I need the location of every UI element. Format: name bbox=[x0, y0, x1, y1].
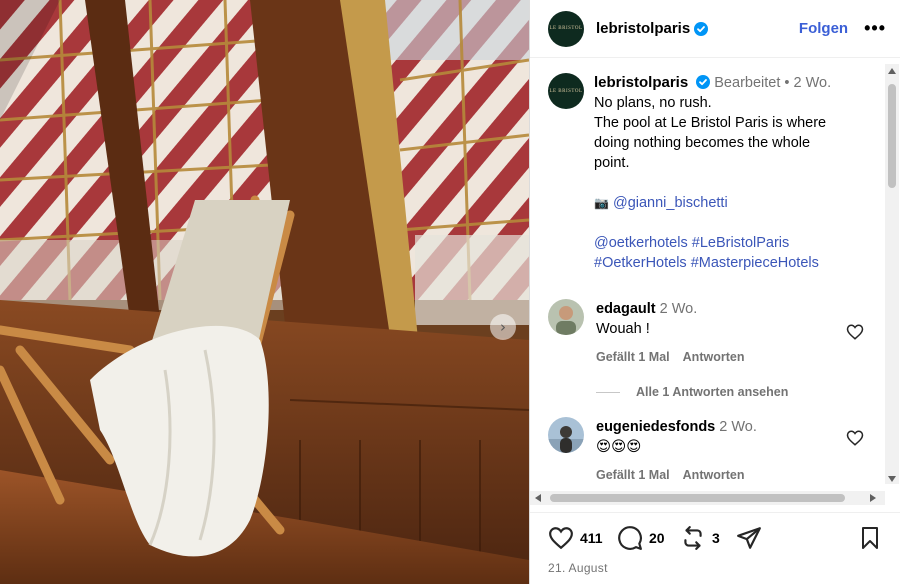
verified-badge-icon bbox=[694, 21, 709, 36]
save-action[interactable] bbox=[858, 525, 882, 551]
caption-verified-icon bbox=[696, 75, 711, 89]
vertical-scroll-thumb[interactable] bbox=[888, 84, 896, 188]
header-username[interactable]: lebristolparis bbox=[596, 20, 690, 37]
commenter-avatar[interactable] bbox=[548, 417, 584, 453]
comment-username[interactable]: edagault bbox=[596, 301, 656, 317]
scroll-left-arrow-icon[interactable] bbox=[535, 494, 541, 502]
comment-like-heart-icon[interactable] bbox=[846, 323, 864, 341]
comment-likes[interactable]: Gefällt 1 Mal bbox=[596, 468, 670, 482]
post-caption: LE BRISTOL lebristolparis Bearbeitet • 2… bbox=[530, 63, 900, 273]
hashtag-link[interactable]: #OetkerHotels bbox=[594, 255, 687, 271]
like-action[interactable]: 411 bbox=[548, 525, 603, 551]
view-replies-label: Alle 1 Antworten ansehen bbox=[636, 385, 789, 399]
photo-illustration bbox=[0, 0, 529, 584]
caption-avatar[interactable]: LE BRISTOL bbox=[548, 73, 584, 109]
share-action[interactable] bbox=[736, 525, 762, 551]
comment-text: Wouah ! bbox=[596, 321, 650, 337]
hashtag-link[interactable]: #MasterpieceHotels bbox=[691, 255, 819, 271]
comment-text: 😍😍😍 bbox=[596, 439, 642, 455]
caption-line: point. bbox=[594, 155, 630, 171]
comment-age: 2 Wo. bbox=[659, 301, 698, 317]
caption-line: doing nothing becomes the whole bbox=[594, 135, 811, 151]
repost-action[interactable]: 3 bbox=[680, 525, 720, 551]
reply-button[interactable]: Antworten bbox=[683, 350, 745, 364]
comment-action[interactable]: 20 bbox=[617, 525, 665, 551]
commenter-avatar[interactable] bbox=[548, 299, 584, 335]
comment-item: edagault 2 Wo. Wouah ! Gefällt 1 Mal Ant… bbox=[530, 299, 900, 367]
scroll-up-arrow-icon[interactable] bbox=[888, 68, 896, 74]
repost-icon bbox=[684, 526, 702, 550]
caption-edited-label: Bearbeitet bbox=[714, 75, 781, 91]
heart-icon bbox=[549, 527, 573, 550]
profile-avatar[interactable]: LE BRISTOL bbox=[548, 10, 584, 47]
caption-username[interactable]: lebristolparis bbox=[594, 74, 688, 91]
horizontal-scroll-thumb[interactable] bbox=[550, 494, 845, 502]
post-header: LE BRISTOL lebristolparis Folgen ••• bbox=[530, 0, 900, 58]
post-date[interactable]: 21. August bbox=[548, 561, 608, 575]
more-options-icon[interactable]: ••• bbox=[864, 18, 886, 39]
scroll-down-arrow-icon[interactable] bbox=[888, 476, 896, 482]
scroll-right-arrow-icon[interactable] bbox=[870, 494, 876, 502]
caption-separator: • bbox=[784, 75, 790, 91]
comment-bubble-icon bbox=[618, 526, 642, 550]
carousel-next-button[interactable]: › bbox=[490, 314, 516, 340]
caption-body: lebristolparis Bearbeitet • 2 Wo. No pla… bbox=[594, 73, 874, 273]
comment-body: edagault 2 Wo. Wouah ! Gefällt 1 Mal Ant… bbox=[596, 299, 754, 367]
caption-avatar-logo: LE BRISTOL bbox=[549, 88, 583, 94]
avatar-logo: LE BRISTOL bbox=[549, 26, 583, 31]
horizontal-scrollbar[interactable] bbox=[530, 491, 885, 505]
follow-button[interactable]: Folgen bbox=[799, 20, 848, 37]
instagram-post: › LE BRISTOL lebristolparis Folgen ••• L… bbox=[0, 0, 900, 584]
comment-like-heart-icon[interactable] bbox=[846, 429, 864, 447]
reply-button[interactable]: Antworten bbox=[683, 468, 745, 482]
bookmark-icon bbox=[862, 527, 878, 549]
comment-meta: Gefällt 1 Mal Antworten bbox=[596, 465, 757, 485]
comment-body: eugeniedesfonds 2 Wo. 😍😍😍 Gefällt 1 Mal … bbox=[596, 417, 757, 485]
comment-meta: Gefällt 1 Mal Antworten bbox=[596, 347, 754, 367]
comment-item: eugeniedesfonds 2 Wo. 😍😍😍 Gefällt 1 Mal … bbox=[530, 417, 900, 485]
view-replies-button[interactable]: Alle 1 Antworten ansehen bbox=[596, 385, 900, 399]
caption-line: No plans, no rush. bbox=[594, 95, 712, 111]
reposts-count[interactable]: 3 bbox=[712, 530, 720, 546]
hashtag-link[interactable]: #LeBristolParis bbox=[692, 235, 790, 251]
post-photo[interactable]: › bbox=[0, 0, 529, 584]
comments-count[interactable]: 20 bbox=[649, 530, 665, 546]
comment-username[interactable]: eugeniedesfonds bbox=[596, 419, 715, 435]
photo-credit-link[interactable]: @gianni_bischetti bbox=[613, 195, 728, 211]
camera-icon: 📷 bbox=[594, 196, 609, 210]
comment-age: 2 Wo. bbox=[719, 419, 757, 435]
post-side-panel: LE BRISTOL lebristolparis Folgen ••• LE … bbox=[529, 0, 900, 584]
share-paper-plane-icon bbox=[737, 527, 761, 549]
comments-scroll-area[interactable]: LE BRISTOL lebristolparis Bearbeitet • 2… bbox=[530, 63, 900, 491]
caption-line: The pool at Le Bristol Paris is where bbox=[594, 115, 827, 131]
comment-likes[interactable]: Gefällt 1 Mal bbox=[596, 350, 670, 364]
hashtag-link[interactable]: @oetkerhotels bbox=[594, 235, 688, 251]
replies-divider bbox=[596, 391, 620, 393]
post-actions-bar: 411 20 3 bbox=[530, 512, 900, 562]
likes-count[interactable]: 411 bbox=[580, 530, 603, 546]
vertical-scrollbar[interactable] bbox=[885, 64, 899, 484]
caption-age[interactable]: 2 Wo. bbox=[794, 75, 832, 91]
